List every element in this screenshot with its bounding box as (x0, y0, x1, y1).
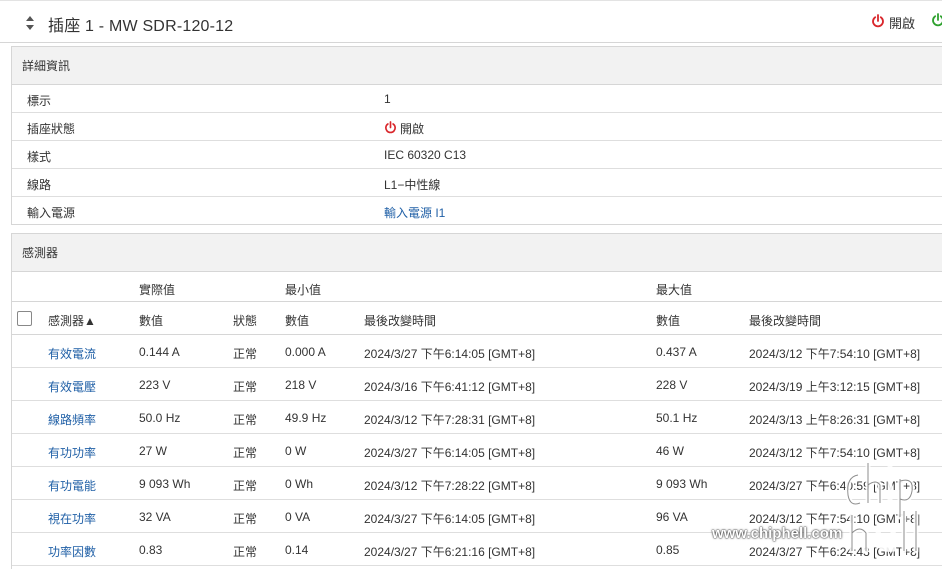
power-off-button[interactable]: 開啟 (871, 13, 915, 32)
sensor-name-link[interactable]: 有效電流 (48, 345, 96, 362)
table-header: 感測器▲ 數值 狀態 數值 最後改變時間 數值 最後改變時間 (12, 301, 942, 335)
detail-row-inlet: 輸入電源 輸入電源 I1 (12, 197, 942, 225)
sensor-max: 9 093 Wh (656, 477, 708, 491)
sensor-value: 50.0 Hz (139, 411, 181, 425)
inlet-link[interactable]: 輸入電源 I1 (384, 204, 445, 221)
sensor-min: 0 Wh (285, 477, 314, 491)
col-max-time[interactable]: 最後改變時間 (749, 312, 821, 329)
sensor-min: 0 W (285, 444, 307, 458)
sensor-value: 0.144 A (139, 345, 180, 359)
power-icon (384, 120, 397, 137)
group-max: 最大值 (656, 283, 693, 297)
sensor-name-link[interactable]: 有功功率 (48, 444, 96, 461)
sensor-state: 正常 (233, 446, 258, 460)
group-min: 最小值 (285, 283, 322, 297)
column-group-header: 實際值 最小值 最大值 (12, 272, 942, 301)
sensors-heading: 感測器 (12, 234, 942, 272)
sensors-panel: 感測器 實際值 最小值 最大值 感測器▲ 數值 狀態 數值 最後改變時間 數值 … (11, 233, 942, 569)
sensor-max-time: 2024/3/13 上午8:26:31 [GMT+8] (749, 413, 921, 427)
sensor-min: 218 V (285, 378, 317, 392)
watermark-text: www.chiphell.com (712, 525, 843, 542)
sensor-max: 50.1 Hz (656, 411, 698, 425)
detail-label: 輸入電源 (27, 206, 76, 220)
sensor-min: 0 VA (285, 510, 311, 524)
sensor-name-link[interactable]: 有功電能 (48, 477, 96, 494)
group-actual: 實際值 (139, 283, 176, 297)
power-on-icon (932, 13, 942, 27)
table-row: 線路頻率 50.0 Hz 正常 49.9 Hz 2024/3/12 下午7:28… (12, 401, 942, 434)
detail-label: 線路 (27, 178, 52, 192)
power-state-label: 開啟 (889, 16, 916, 31)
table-row: 有功電能 9 093 Wh 正常 0 Wh 2024/3/12 下午7:28:2… (12, 467, 942, 500)
sensor-min-time: 2024/3/27 下午6:14:05 [GMT+8] (364, 446, 536, 460)
sort-arrows-icon[interactable] (24, 13, 36, 33)
col-min-time[interactable]: 最後改變時間 (364, 312, 436, 329)
detail-value: IEC 60320 C13 (384, 148, 467, 162)
sensor-min-time: 2024/3/12 下午7:28:31 [GMT+8] (364, 413, 536, 427)
power-icon (871, 14, 885, 31)
detail-value: 開啟 (384, 120, 424, 137)
power-on-button[interactable] (931, 13, 942, 30)
col-value[interactable]: 數值 (139, 312, 163, 329)
sensor-name-link[interactable]: 功率因數 (48, 543, 96, 560)
col-state[interactable]: 狀態 (233, 312, 257, 329)
table-row: 有效電壓 223 V 正常 218 V 2024/3/16 下午6:41:12 … (12, 368, 942, 401)
outlet-state-text: 開啟 (400, 122, 425, 136)
sensor-name-link[interactable]: 線路頻率 (48, 411, 96, 428)
detail-value: 1 (384, 92, 391, 106)
sensor-value: 27 W (139, 444, 168, 458)
detail-row-line: 線路 L1−中性線 (12, 169, 942, 197)
sensor-min: 49.9 Hz (285, 411, 327, 425)
table-row: 有功功率 27 W 正常 0 W 2024/3/27 下午6:14:05 [GM… (12, 434, 942, 467)
sensor-min-time: 2024/3/12 下午7:28:22 [GMT+8] (364, 479, 536, 493)
page-title: 插座 1 - MW SDR-120-12 (48, 18, 234, 35)
details-panel: 詳細資訊 標示 1 插座狀態 開啟 樣式 IEC 60320 C13 線路 L1… (11, 46, 942, 225)
sensor-value: 9 093 Wh (139, 477, 191, 491)
detail-row-label: 標示 1 (12, 85, 942, 113)
details-heading: 詳細資訊 (12, 47, 942, 85)
sensor-state: 正常 (233, 479, 258, 493)
sensor-max: 0.437 A (656, 345, 697, 359)
detail-label: 樣式 (27, 150, 52, 164)
sensor-state: 正常 (233, 380, 258, 394)
table-row: 有效電流 0.144 A 正常 0.000 A 2024/3/27 下午6:14… (12, 335, 942, 368)
select-all-checkbox[interactable] (17, 311, 32, 326)
sensor-min: 0.000 A (285, 345, 326, 359)
sensor-min: 0.14 (285, 543, 309, 557)
sensor-max: 0.85 (656, 543, 680, 557)
col-min-value[interactable]: 數值 (285, 312, 309, 329)
col-max-value[interactable]: 數值 (656, 312, 680, 329)
detail-label: 插座狀態 (27, 122, 76, 136)
sensor-min-time: 2024/3/27 下午6:14:05 [GMT+8] (364, 512, 536, 526)
detail-label: 標示 (27, 94, 52, 108)
sensor-max-time: 2024/3/12 下午7:54:10 [GMT+8] (749, 347, 921, 361)
sensor-state: 正常 (233, 545, 258, 559)
sensor-name-link[interactable]: 視在功率 (48, 510, 96, 527)
sensor-max-time: 2024/3/19 上午3:12:15 [GMT+8] (749, 380, 921, 394)
page-header: 插座 1 - MW SDR-120-12 開啟 (0, 0, 942, 43)
sensor-max: 96 VA (656, 510, 688, 524)
sensor-value: 223 V (139, 378, 171, 392)
sensor-max: 46 W (656, 444, 685, 458)
sensor-min-time: 2024/3/27 下午6:14:05 [GMT+8] (364, 347, 536, 361)
detail-row-outlet-state: 插座狀態 開啟 (12, 113, 942, 141)
sensor-max: 228 V (656, 378, 688, 392)
sensor-state: 正常 (233, 413, 258, 427)
sensor-min-time: 2024/3/16 下午6:41:12 [GMT+8] (364, 380, 536, 394)
sensor-name-link[interactable]: 有效電壓 (48, 378, 96, 395)
sensor-state: 正常 (233, 512, 258, 526)
detail-row-style: 樣式 IEC 60320 C13 (12, 141, 942, 169)
detail-value: L1−中性線 (384, 178, 441, 192)
sensor-value: 0.83 (139, 543, 163, 557)
sensor-state: 正常 (233, 347, 258, 361)
sensor-min-time: 2024/3/27 下午6:21:16 [GMT+8] (364, 545, 536, 559)
chiphell-logo-icon (845, 460, 919, 554)
col-sensor-sort[interactable]: 感測器▲ (48, 312, 96, 329)
sensor-value: 32 VA (139, 510, 171, 524)
